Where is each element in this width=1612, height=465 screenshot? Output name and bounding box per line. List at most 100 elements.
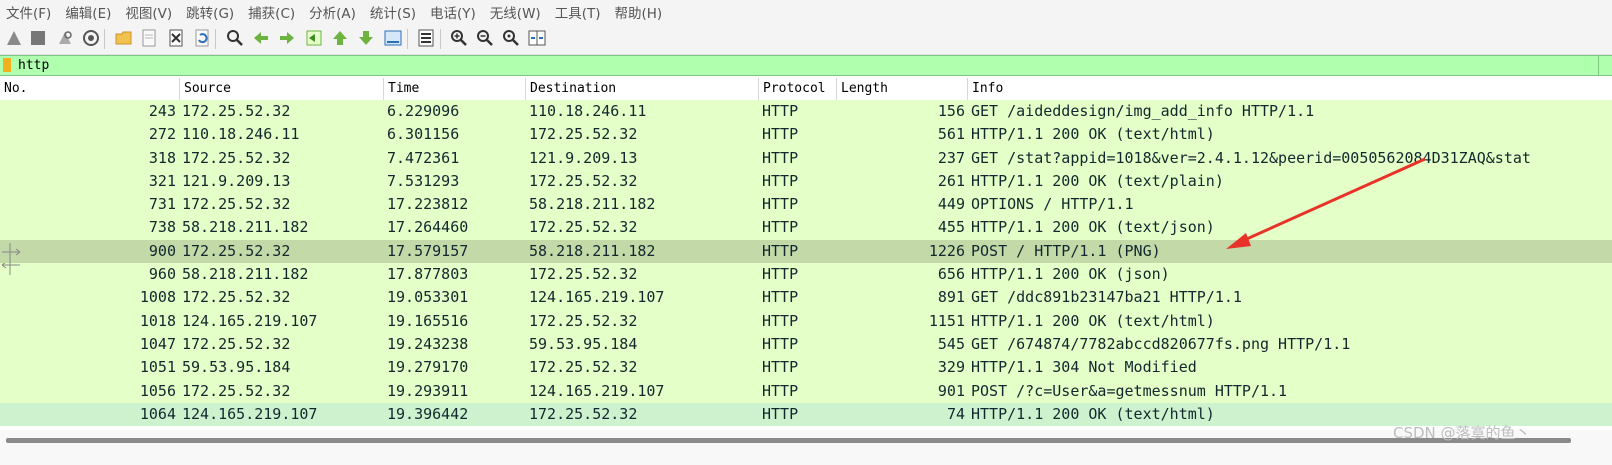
scrollbar-thumb[interactable] bbox=[6, 438, 1571, 443]
menu-item-5[interactable]: 分析(A) bbox=[303, 2, 364, 22]
toolbar-separator bbox=[407, 29, 408, 49]
column-header-length[interactable]: Length bbox=[837, 78, 968, 100]
packet-protocol: HTTP bbox=[762, 358, 799, 377]
column-header-protocol[interactable]: Protocol bbox=[759, 78, 837, 100]
packet-info: GET /ddc891b23147ba21 HTTP/1.1 bbox=[971, 288, 1242, 307]
packet-destination: 110.18.246.11 bbox=[529, 102, 647, 120]
packet-info: GET /aideddesign/img_add_info HTTP/1.1 bbox=[971, 102, 1315, 120]
packet-protocol: HTTP bbox=[762, 311, 799, 330]
zoom-normal-icon[interactable] bbox=[500, 27, 522, 49]
packet-destination: 59.53.95.184 bbox=[529, 334, 638, 353]
packet-info: HTTP/1.1 304 Not Modified bbox=[971, 358, 1197, 377]
packet-protocol: HTTP bbox=[762, 125, 799, 144]
column-header-info[interactable]: Info bbox=[968, 78, 1612, 100]
packet-length: 449 bbox=[937, 195, 965, 214]
packet-row[interactable]: 1056 172.25.52.32 19.293911 124.165.219.107… bbox=[0, 379, 1612, 403]
go-last-packet-icon[interactable] bbox=[355, 27, 377, 49]
menu-item-7[interactable]: 电话(Y) bbox=[424, 2, 484, 22]
filter-bookmark-icon[interactable] bbox=[3, 58, 11, 72]
packet-row[interactable]: 1018 124.165.219.107 19.165516 172.25.52.32… bbox=[0, 309, 1612, 333]
packet-row[interactable]: 731 172.25.52.32 17.223812 58.218.211.182 HT… bbox=[0, 193, 1612, 217]
colorize-icon[interactable] bbox=[415, 27, 437, 49]
packet-protocol: HTTP bbox=[762, 404, 799, 423]
restart-capture-icon[interactable] bbox=[54, 27, 76, 49]
menu-item-1[interactable]: 编辑(E) bbox=[59, 2, 119, 22]
packet-row[interactable]: 738 58.218.211.182 17.264460 172.25.52.32 HT… bbox=[0, 216, 1612, 240]
packet-time: 19.243238 bbox=[387, 334, 469, 353]
packet-info: HTTP/1.1 200 OK (text/html) bbox=[971, 125, 1215, 144]
horizontal-scrollbar[interactable] bbox=[0, 430, 1612, 465]
menu-item-9[interactable]: 工具(T) bbox=[549, 2, 609, 22]
menu-item-0[interactable]: 文件(F) bbox=[0, 2, 59, 22]
menu-item-10[interactable]: 帮助(H) bbox=[608, 2, 670, 22]
stop-capture-icon[interactable] bbox=[27, 27, 49, 49]
packet-time: 19.165516 bbox=[387, 311, 469, 330]
packet-length: 1151 bbox=[928, 311, 965, 330]
zoom-out-icon[interactable] bbox=[474, 27, 496, 49]
packet-source: 124.165.219.107 bbox=[182, 404, 318, 423]
toolbar-separator bbox=[215, 29, 216, 49]
packet-length: 891 bbox=[937, 288, 965, 307]
packet-destination: 58.218.211.182 bbox=[529, 195, 656, 214]
packet-row[interactable]: 243 172.25.52.32 6.229096 110.18.246.11 HTTP… bbox=[0, 100, 1612, 124]
menu-item-3[interactable]: 跳转(G) bbox=[180, 2, 242, 22]
packet-destination: 172.25.52.32 bbox=[529, 358, 638, 377]
shark-fin-start-icon[interactable] bbox=[3, 27, 25, 49]
packet-destination: 124.165.219.107 bbox=[529, 381, 665, 400]
packet-number: 738 bbox=[148, 218, 176, 237]
close-file-icon[interactable] bbox=[165, 27, 187, 49]
packet-destination: 172.25.52.32 bbox=[529, 218, 638, 237]
packet-number: 321 bbox=[148, 171, 176, 190]
column-header-source[interactable]: Source bbox=[180, 78, 384, 100]
packet-destination: 172.25.52.32 bbox=[529, 404, 638, 423]
save-file-icon[interactable] bbox=[138, 27, 160, 49]
go-back-icon[interactable] bbox=[250, 27, 272, 49]
packet-length: 329 bbox=[937, 358, 965, 377]
column-header-no[interactable]: No. bbox=[0, 78, 180, 100]
packet-row[interactable]: 318 172.25.52.32 7.472361 121.9.209.13 HTTP 2… bbox=[0, 146, 1612, 170]
packet-list: 243 172.25.52.32 6.229096 110.18.246.11 HTTP… bbox=[0, 100, 1612, 427]
packet-source: 58.218.211.182 bbox=[182, 218, 309, 237]
go-forward-icon[interactable] bbox=[276, 27, 298, 49]
reload-file-icon[interactable] bbox=[191, 27, 213, 49]
resize-columns-icon[interactable] bbox=[526, 27, 548, 49]
zoom-in-icon[interactable] bbox=[448, 27, 470, 49]
packet-number: 1047 bbox=[139, 334, 176, 353]
packet-row[interactable]: 272 110.18.246.11 6.301156 172.25.52.32 HTTP… bbox=[0, 123, 1612, 147]
packet-row[interactable]: 1051 59.53.95.184 19.279170 172.25.52.32 HTT… bbox=[0, 356, 1612, 380]
packet-length: 156 bbox=[937, 102, 965, 120]
packet-row[interactable]: 960 58.218.211.182 17.877803 172.25.52.32 HT… bbox=[0, 261, 1612, 287]
watermark: CSDN @落寞的鱼丶 bbox=[1393, 424, 1531, 442]
packet-number: 272 bbox=[148, 125, 176, 144]
packet-protocol: HTTP bbox=[762, 171, 799, 190]
packet-length: 901 bbox=[937, 381, 965, 400]
packet-row[interactable]: 321 121.9.209.13 7.531293 172.25.52.32 HTTP 2… bbox=[0, 169, 1612, 194]
menu-item-8[interactable]: 无线(W) bbox=[484, 2, 549, 22]
packet-protocol: HTTP bbox=[762, 381, 799, 400]
packet-time: 19.053301 bbox=[387, 288, 469, 307]
go-to-packet-icon[interactable] bbox=[303, 27, 325, 49]
capture-options-icon[interactable] bbox=[80, 27, 102, 49]
display-filter-input[interactable] bbox=[18, 57, 1578, 73]
packet-info: POST / HTTP/1.1 (PNG) bbox=[971, 241, 1161, 260]
autoscroll-icon[interactable] bbox=[382, 27, 404, 49]
packet-protocol: HTTP bbox=[762, 288, 799, 307]
packet-destination: 172.25.52.32 bbox=[529, 171, 638, 190]
menu-item-2[interactable]: 视图(V) bbox=[119, 2, 180, 22]
column-header-destination[interactable]: Destination bbox=[526, 78, 759, 100]
go-first-packet-icon[interactable] bbox=[329, 27, 351, 49]
menu-item-4[interactable]: 捕获(C) bbox=[242, 2, 303, 22]
menu-item-6[interactable]: 统计(S) bbox=[364, 2, 424, 22]
packet-row[interactable]: 900 172.25.52.32 17.579157 58.218.211.182 HT… bbox=[0, 239, 1612, 264]
packet-row[interactable]: 1008 172.25.52.32 19.053301 124.165.219.107… bbox=[0, 286, 1612, 310]
packet-list-header: No. Source Time Destination Protocol Len… bbox=[0, 78, 1612, 101]
packet-info: HTTP/1.1 200 OK (text/json) bbox=[971, 218, 1215, 237]
find-packet-icon[interactable] bbox=[224, 27, 246, 49]
column-header-time[interactable]: Time bbox=[384, 78, 526, 100]
packet-source: 124.165.219.107 bbox=[182, 311, 318, 330]
packet-number: 960 bbox=[148, 265, 176, 284]
packet-row[interactable]: 1047 172.25.52.32 19.243238 59.53.95.184 HTT… bbox=[0, 332, 1612, 357]
filter-bar-edge bbox=[1598, 56, 1599, 75]
packet-row[interactable]: 1064 124.165.219.107 19.396442 172.25.52.32… bbox=[0, 402, 1612, 427]
open-file-icon[interactable] bbox=[113, 27, 135, 49]
